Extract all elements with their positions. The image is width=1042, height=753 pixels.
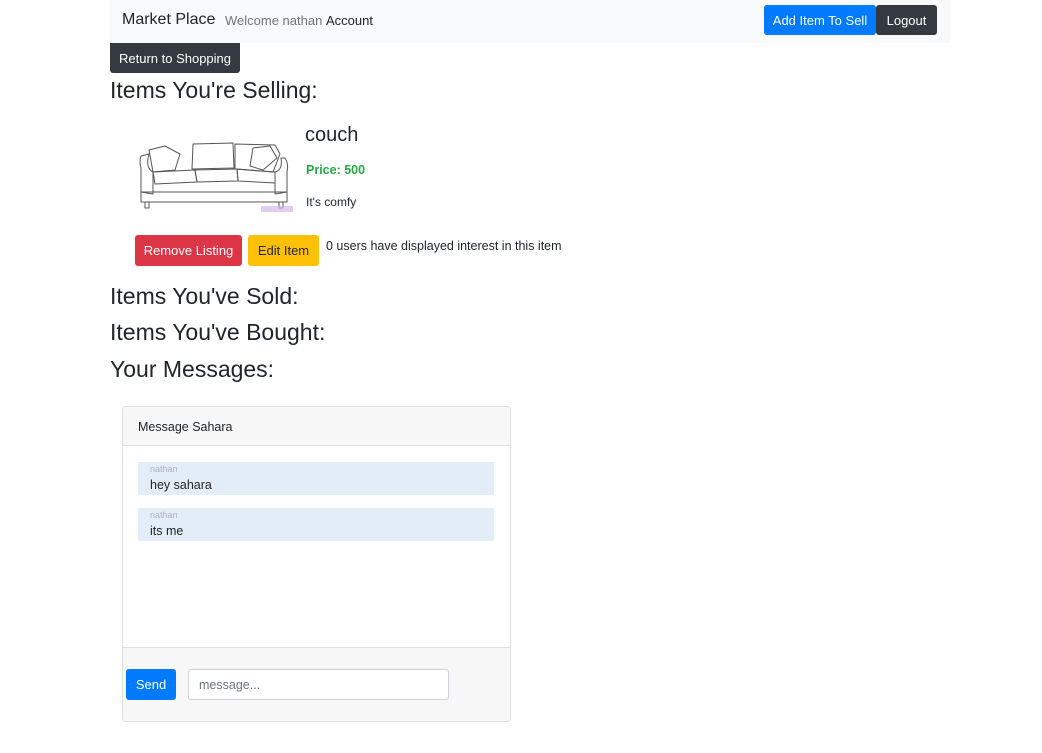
- sold-heading: Items You've Sold:: [110, 283, 299, 309]
- return-to-shopping-button[interactable]: Return to Shopping: [110, 43, 240, 73]
- brand-link[interactable]: Market Place: [122, 11, 215, 29]
- remove-listing-button[interactable]: Remove Listing: [135, 235, 242, 266]
- item-description: It's comfy: [306, 195, 357, 209]
- message-bubble: nathan its me: [138, 508, 494, 541]
- account-link[interactable]: Account: [326, 13, 373, 28]
- item-price: Price: 500: [306, 163, 366, 177]
- chat-footer: Send: [123, 647, 510, 721]
- add-item-button[interactable]: Add Item To Sell: [764, 5, 876, 35]
- chat-title: Message Sahara: [138, 420, 233, 434]
- message-author: nathan: [150, 510, 178, 520]
- message-text: hey sahara: [150, 478, 212, 492]
- logout-button[interactable]: Logout: [876, 5, 937, 35]
- edit-item-button[interactable]: Edit Item: [248, 235, 319, 266]
- selling-heading: Items You're Selling:: [110, 77, 318, 103]
- navbar: Market Place Welcome nathan Account Add …: [110, 0, 950, 43]
- send-button[interactable]: Send: [126, 669, 176, 700]
- item-image: [135, 132, 295, 218]
- messages-heading: Your Messages:: [110, 356, 275, 382]
- couch-image: [139, 142, 293, 212]
- message-bubble: nathan hey sahara: [138, 462, 494, 495]
- chat-card: Message Sahara nathan hey sahara nathan …: [122, 406, 511, 722]
- bought-heading: Items You've Bought:: [110, 319, 326, 345]
- item-title: couch: [305, 124, 359, 146]
- welcome-text: Welcome nathan: [225, 13, 323, 28]
- message-input[interactable]: [188, 669, 449, 700]
- interest-count-text: 0 users have displayed interest in this …: [326, 239, 562, 253]
- message-author: nathan: [150, 464, 178, 474]
- message-text: its me: [150, 524, 184, 538]
- chat-header: Message Sahara: [123, 407, 510, 446]
